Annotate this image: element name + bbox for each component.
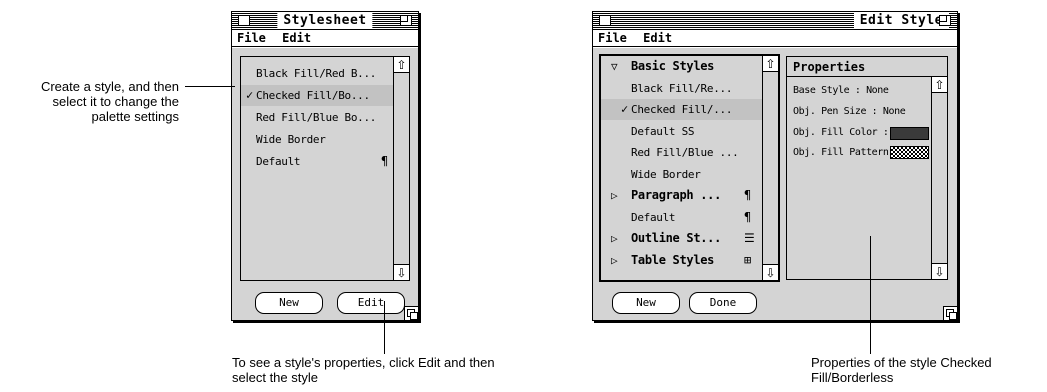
new-button[interactable]: New bbox=[255, 292, 323, 314]
callout-line-properties bbox=[870, 236, 871, 354]
close-box-icon[interactable] bbox=[599, 15, 611, 26]
style-tree-item-label: Paragraph ... bbox=[631, 188, 722, 202]
style-list-item-label: Wide Border bbox=[256, 133, 326, 146]
stylesheet-window: Stylesheet File Edit Black Fill/Red B...… bbox=[231, 11, 419, 321]
style-tree-item-label: Default bbox=[631, 210, 676, 224]
scroll-up-arrow-icon[interactable]: ⇧ bbox=[394, 57, 409, 73]
style-tree-item-label: Wide Border bbox=[631, 167, 701, 181]
callout-line-create-style bbox=[185, 86, 235, 87]
menu-bar: File Edit bbox=[232, 30, 418, 47]
style-list: Black Fill/Red B... ✓ Checked Fill/Bo... Re… bbox=[240, 56, 410, 281]
pen-size-property: Obj. Pen Size : None bbox=[793, 106, 906, 117]
checkmark-icon: ✓ bbox=[246, 88, 253, 102]
window-title: Stylesheet bbox=[277, 12, 373, 29]
menu-edit[interactable]: Edit bbox=[282, 31, 311, 45]
window-title: Edit Style bbox=[853, 12, 949, 29]
outline-list-icon: ☰ bbox=[744, 231, 755, 245]
style-group-row[interactable]: ▷ Table Styles ⊞ bbox=[601, 250, 762, 271]
stylesheet-titlebar[interactable]: Stylesheet bbox=[232, 12, 418, 30]
grow-box-icon[interactable] bbox=[943, 306, 957, 320]
menu-file[interactable]: File bbox=[237, 31, 266, 45]
style-list-item-label: Default bbox=[256, 155, 301, 168]
scroll-up-arrow-icon[interactable]: ⇧ bbox=[763, 56, 778, 72]
style-group-row[interactable]: ▷ Outline St... ☰ bbox=[601, 228, 762, 249]
done-button[interactable]: Done bbox=[689, 292, 757, 314]
zoom-box-icon[interactable] bbox=[400, 15, 412, 26]
style-tree-item-label: Red Fill/Blue ... bbox=[631, 146, 739, 159]
style-list-item[interactable]: Wide Border bbox=[241, 129, 394, 150]
style-tree-item[interactable]: ✓ Checked Fill/... bbox=[601, 99, 762, 120]
scroll-up-arrow-icon[interactable]: ⇧ bbox=[932, 77, 947, 93]
style-tree-item-label: Black Fill/Re... bbox=[631, 81, 733, 95]
paragraph-icon: ¶ bbox=[381, 154, 388, 168]
expanded-triangle-icon[interactable]: ▽ bbox=[611, 56, 618, 77]
callout-properties-of: Properties of the style Checked Fill/Bor… bbox=[811, 355, 992, 385]
callout-create-style: Create a style, and then select it to ch… bbox=[40, 79, 179, 124]
fill-pattern-property: Obj. Fill Pattern : bbox=[793, 147, 900, 158]
stylesheet-content: Black Fill/Red B... ✓ Checked Fill/Bo... Re… bbox=[232, 48, 418, 320]
grow-box-icon[interactable] bbox=[404, 306, 418, 320]
menu-bar: File Edit bbox=[593, 30, 957, 47]
zoom-box-icon[interactable] bbox=[939, 15, 951, 26]
collapsed-triangle-icon[interactable]: ▷ bbox=[611, 250, 618, 271]
style-tree-item-label: Default SS bbox=[631, 124, 695, 138]
edit-style-titlebar[interactable]: Edit Style bbox=[593, 12, 957, 30]
style-tree-item[interactable]: Default SS bbox=[601, 121, 762, 142]
scroll-down-arrow-icon[interactable]: ⇩ bbox=[763, 264, 778, 280]
style-list-item[interactable]: Default ¶ bbox=[241, 151, 394, 172]
style-list-item-label: Red Fill/Blue Bo... bbox=[256, 111, 377, 124]
paragraph-icon: ¶ bbox=[744, 209, 751, 224]
style-tree-item[interactable]: Black Fill/Re... bbox=[601, 78, 762, 99]
style-tree-item[interactable]: Default ¶ bbox=[601, 207, 762, 228]
style-tree-item[interactable]: Red Fill/Blue ... bbox=[601, 142, 762, 163]
scroll-down-arrow-icon[interactable]: ⇩ bbox=[932, 263, 947, 279]
style-list-scrollbar[interactable]: ⇧ ⇩ bbox=[393, 57, 409, 280]
table-icon: ⊞ bbox=[744, 252, 751, 267]
base-style-property: Base Style : None bbox=[793, 85, 889, 96]
new-button[interactable]: New bbox=[612, 292, 680, 314]
collapsed-triangle-icon[interactable]: ▷ bbox=[611, 228, 618, 249]
style-list-item[interactable]: ✓ Checked Fill/Bo... bbox=[241, 85, 394, 106]
callout-line-edit bbox=[384, 301, 385, 354]
properties-header: Properties bbox=[787, 57, 947, 77]
edit-button[interactable]: Edit bbox=[337, 292, 405, 314]
style-tree: ▽ Basic Styles Black Fill/Re... ✓ Checked Fi… bbox=[599, 54, 780, 282]
properties-panel: Properties Base Style : None Obj. Pen Si… bbox=[786, 56, 948, 280]
callout-see-properties: To see a style's properties, click Edit … bbox=[232, 355, 495, 385]
style-tree-item[interactable]: Wide Border bbox=[601, 164, 762, 185]
style-list-item-label: Checked Fill/Bo... bbox=[256, 89, 370, 102]
style-group-row[interactable]: ▽ Basic Styles bbox=[601, 56, 762, 77]
style-tree-item-label: Outline St... bbox=[631, 231, 722, 245]
style-list-item[interactable]: Red Fill/Blue Bo... bbox=[241, 107, 394, 128]
fill-color-property: Obj. Fill Color : bbox=[793, 127, 889, 138]
edit-style-content: ▽ Basic Styles Black Fill/Re... ✓ Checked Fi… bbox=[593, 48, 957, 320]
style-tree-item-label: Basic Styles bbox=[631, 59, 715, 73]
collapsed-triangle-icon[interactable]: ▷ bbox=[611, 185, 618, 206]
edit-style-window: Edit Style File Edit ▽ Basic Styles Black … bbox=[592, 11, 958, 321]
fill-color-swatch[interactable] bbox=[890, 127, 929, 140]
menu-file[interactable]: File bbox=[598, 31, 627, 45]
style-tree-item-label: Table Styles bbox=[631, 252, 715, 267]
style-tree-scrollbar[interactable]: ⇧ ⇩ bbox=[762, 56, 778, 280]
close-box-icon[interactable] bbox=[238, 15, 250, 26]
properties-scrollbar[interactable]: ⇧ ⇩ bbox=[931, 77, 947, 279]
style-tree-item-label: Checked Fill/... bbox=[631, 103, 733, 116]
fill-pattern-swatch[interactable] bbox=[890, 146, 929, 159]
checkmark-icon: ✓ bbox=[621, 102, 628, 116]
menu-edit[interactable]: Edit bbox=[643, 31, 672, 45]
style-list-item-label: Black Fill/Red B... bbox=[256, 67, 377, 80]
style-group-row[interactable]: ▷ Paragraph ... ¶ bbox=[601, 185, 762, 206]
style-list-item[interactable]: Black Fill/Red B... bbox=[241, 63, 394, 84]
paragraph-icon: ¶ bbox=[744, 188, 751, 202]
scroll-down-arrow-icon[interactable]: ⇩ bbox=[394, 264, 409, 280]
